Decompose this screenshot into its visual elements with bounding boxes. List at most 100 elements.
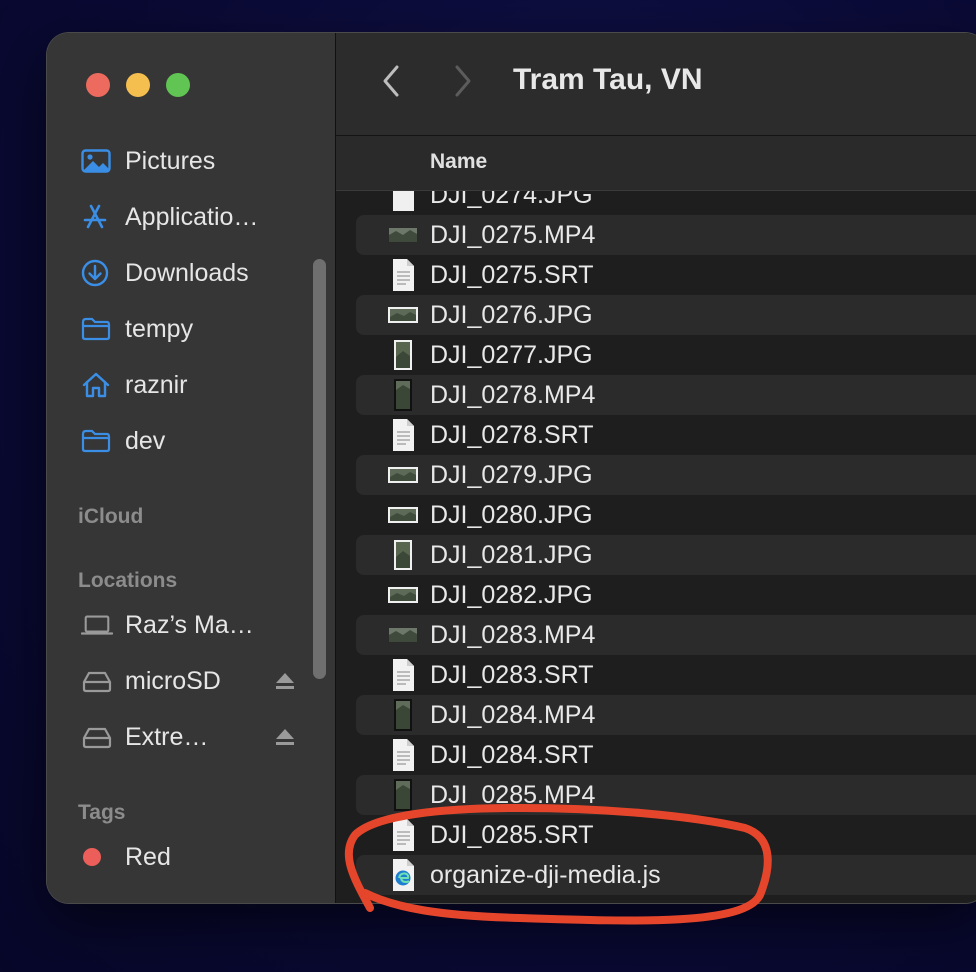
section-header-icloud[interactable]: iCloud xyxy=(78,505,143,529)
file-name: DJI_0283.MP4 xyxy=(430,620,596,649)
back-icon xyxy=(381,64,401,103)
sidebar-item-downloads[interactable]: Downloads xyxy=(81,253,249,293)
sidebar-scrollbar[interactable] xyxy=(313,259,326,679)
file-row[interactable]: DJI_0284.MP4 xyxy=(356,695,976,735)
eject-icon[interactable] xyxy=(274,717,296,757)
sidebar-item-tempy[interactable]: tempy xyxy=(81,309,193,349)
forward-icon xyxy=(453,64,473,103)
toolbar: Tram Tau, VN xyxy=(336,33,976,136)
finder-window: Pictures Applicatio… Downloads tempy raz… xyxy=(47,33,976,903)
file-name: DJI_0284.SRT xyxy=(430,740,594,769)
file-row[interactable]: DJI_0283.MP4 xyxy=(356,615,976,655)
back-button[interactable] xyxy=(376,64,406,103)
video-thumbnail-icon xyxy=(386,618,420,652)
sidebar-item-tag-red[interactable]: Red xyxy=(81,837,171,877)
sidebar-item-label: dev xyxy=(125,426,166,455)
sidebar-item-pictures[interactable]: Pictures xyxy=(81,141,215,181)
sidebar-item-label: Red xyxy=(125,842,171,871)
file-name: DJI_0278.MP4 xyxy=(430,380,596,409)
image-thumbnail-icon xyxy=(386,298,420,332)
file-name: DJI_0285.SRT xyxy=(430,820,594,849)
image-thumbnail-icon xyxy=(386,578,420,612)
file-row[interactable]: DJI_0285.SRT xyxy=(356,815,976,855)
downloads-icon xyxy=(81,258,113,288)
laptop-icon xyxy=(81,610,113,640)
file-row[interactable]: DJI_0283.SRT xyxy=(356,655,976,695)
script-file-icon xyxy=(386,858,420,892)
video-thumbnail-icon xyxy=(386,218,420,252)
video-thumbnail-icon xyxy=(386,698,420,732)
section-header-locations[interactable]: Locations xyxy=(78,569,177,593)
sidebar-item-label: microSD xyxy=(125,666,221,695)
file-row[interactable]: DJI_0285.MP4 xyxy=(356,775,976,815)
text-file-icon xyxy=(386,191,420,212)
folder-icon xyxy=(81,426,113,456)
sidebar-item-label: Raz’s Ma… xyxy=(125,610,254,639)
forward-button[interactable] xyxy=(448,64,478,103)
tag-dot-icon xyxy=(81,842,113,872)
file-name: DJI_0282.JPG xyxy=(430,580,593,609)
file-name: DJI_0275.MP4 xyxy=(430,220,596,249)
file-name: DJI_0280.JPG xyxy=(430,500,593,529)
pictures-icon xyxy=(81,146,113,176)
file-row[interactable]: organize-dji-media.js xyxy=(356,855,976,895)
file-row[interactable]: DJI_0284.SRT xyxy=(356,735,976,775)
text-file-icon xyxy=(386,818,420,852)
sidebar-item-dev[interactable]: dev xyxy=(81,421,165,461)
file-name: DJI_0277.JPG xyxy=(430,340,593,369)
file-row[interactable]: DJI_0282.JPG xyxy=(356,575,976,615)
file-name: DJI_0279.JPG xyxy=(430,460,593,489)
file-browser: Tram Tau, VN Name DJI_0274.JPG DJI_0275.… xyxy=(336,33,976,903)
folder-icon xyxy=(81,314,113,344)
sidebar-item-label: tempy xyxy=(125,314,194,343)
drive-icon xyxy=(81,722,113,752)
file-name: DJI_0275.SRT xyxy=(430,260,594,289)
column-header-name[interactable]: Name xyxy=(430,150,487,174)
sidebar-item-raznir[interactable]: raznir xyxy=(81,365,188,405)
eject-icon[interactable] xyxy=(274,661,296,701)
section-header-tags[interactable]: Tags xyxy=(78,801,125,825)
image-thumbnail-icon xyxy=(386,498,420,532)
sidebar: Pictures Applicatio… Downloads tempy raz… xyxy=(47,33,336,903)
sidebar-item-extreme[interactable]: Extre… xyxy=(81,717,294,757)
sidebar-item-applications[interactable]: Applicatio… xyxy=(81,197,258,237)
sidebar-item-label: Extre… xyxy=(125,722,209,751)
sidebar-item-label: Applicatio… xyxy=(125,202,259,231)
file-row[interactable]: DJI_0277.JPG xyxy=(356,335,976,375)
image-thumbnail-icon xyxy=(386,338,420,372)
file-row[interactable]: DJI_0275.MP4 xyxy=(356,215,976,255)
text-file-icon xyxy=(386,258,420,292)
image-thumbnail-icon xyxy=(386,538,420,572)
text-file-icon xyxy=(386,658,420,692)
minimize-window-button[interactable] xyxy=(126,73,150,97)
file-name: DJI_0278.SRT xyxy=(430,420,594,449)
file-name: DJI_0281.JPG xyxy=(430,540,593,569)
close-window-button[interactable] xyxy=(86,73,110,97)
file-row[interactable]: DJI_0278.SRT xyxy=(356,415,976,455)
file-row[interactable]: DJI_0278.MP4 xyxy=(356,375,976,415)
file-row-partial[interactable]: DJI_0274.JPG xyxy=(356,191,976,215)
file-row[interactable]: DJI_0281.JPG xyxy=(356,535,976,575)
file-name: DJI_0284.MP4 xyxy=(430,700,596,729)
file-row[interactable]: DJI_0276.JPG xyxy=(356,295,976,335)
file-row[interactable]: DJI_0279.JPG xyxy=(356,455,976,495)
home-icon xyxy=(81,370,113,400)
file-list: DJI_0274.JPG DJI_0275.MP4 DJI_0275.SRT DJI… xyxy=(336,191,976,903)
sidebar-item-macbook[interactable]: Raz’s Ma… xyxy=(81,605,254,645)
file-row[interactable]: DJI_0280.JPG xyxy=(356,495,976,535)
sidebar-item-label: Downloads xyxy=(125,258,249,287)
file-row[interactable]: DJI_0275.SRT xyxy=(356,255,976,295)
applications-icon xyxy=(81,202,113,232)
window-title: Tram Tau, VN xyxy=(513,63,703,96)
zoom-window-button[interactable] xyxy=(166,73,190,97)
video-thumbnail-icon xyxy=(386,378,420,412)
column-header-bar: Name xyxy=(336,136,976,191)
file-name: DJI_0274.JPG xyxy=(430,191,593,209)
tag-color-dot xyxy=(83,848,101,866)
file-name: organize-dji-media.js xyxy=(430,860,661,889)
sidebar-item-microsd[interactable]: microSD xyxy=(81,661,294,701)
file-name: DJI_0285.MP4 xyxy=(430,780,596,809)
drive-icon xyxy=(81,666,113,696)
sidebar-item-label: Pictures xyxy=(125,146,216,175)
file-name: DJI_0276.JPG xyxy=(430,300,593,329)
